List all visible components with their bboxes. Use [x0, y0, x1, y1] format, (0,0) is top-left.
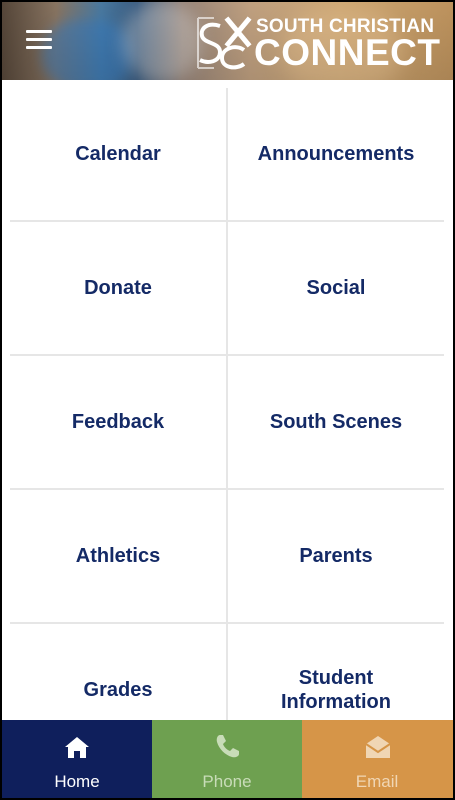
grid-divider	[10, 354, 444, 356]
tile-label: Parents	[299, 545, 373, 567]
grid-divider-vertical	[226, 88, 228, 728]
header-banner: SOUTH CHRISTIAN CONNECT	[2, 2, 453, 80]
grid-divider	[10, 488, 444, 490]
tile-donate[interactable]: Donate	[10, 222, 226, 354]
hamburger-menu-icon[interactable]	[26, 30, 54, 54]
tile-athletics[interactable]: Athletics	[10, 490, 226, 622]
tile-parents[interactable]: Parents	[228, 490, 444, 622]
tile-announcements[interactable]: Announcements	[228, 88, 444, 220]
sc-logo-mark-icon	[197, 16, 252, 70]
bottom-nav-bar: Home Phone Email	[2, 720, 453, 798]
nav-phone[interactable]: Phone	[152, 720, 302, 798]
tile-label: Athletics	[75, 545, 161, 567]
tile-label: Student Information	[281, 667, 391, 713]
nav-label: Phone	[202, 772, 252, 791]
nav-label: Email	[355, 772, 399, 791]
home-icon	[65, 737, 89, 758]
menu-grid: Calendar Announcements Donate Social Fee…	[10, 88, 444, 756]
tile-label: Calendar	[75, 143, 161, 165]
envelope-icon	[364, 736, 391, 758]
tile-calendar[interactable]: Calendar	[10, 88, 226, 220]
tile-label: Donate	[84, 277, 152, 299]
phone-icon	[216, 735, 239, 758]
tile-label: Grades	[83, 679, 153, 701]
nav-label: Home	[54, 772, 100, 791]
grid-divider	[10, 220, 444, 222]
nav-home[interactable]: Home	[2, 720, 152, 798]
school-logo: SOUTH CHRISTIAN CONNECT	[194, 14, 446, 73]
tile-feedback[interactable]: Feedback	[10, 356, 226, 488]
grid-divider	[10, 622, 444, 624]
tile-social[interactable]: Social	[228, 222, 444, 354]
nav-email[interactable]: Email	[302, 720, 453, 798]
tile-label: Social	[306, 277, 366, 299]
tile-label: South Scenes	[269, 411, 403, 433]
app-screen: SOUTH CHRISTIAN CONNECT Calendar Announc…	[2, 2, 453, 798]
tile-south-scenes[interactable]: South Scenes	[228, 356, 444, 488]
tile-label: Announcements	[257, 143, 415, 165]
logo-line-2: CONNECT	[254, 32, 441, 73]
tile-label: Feedback	[71, 411, 165, 433]
